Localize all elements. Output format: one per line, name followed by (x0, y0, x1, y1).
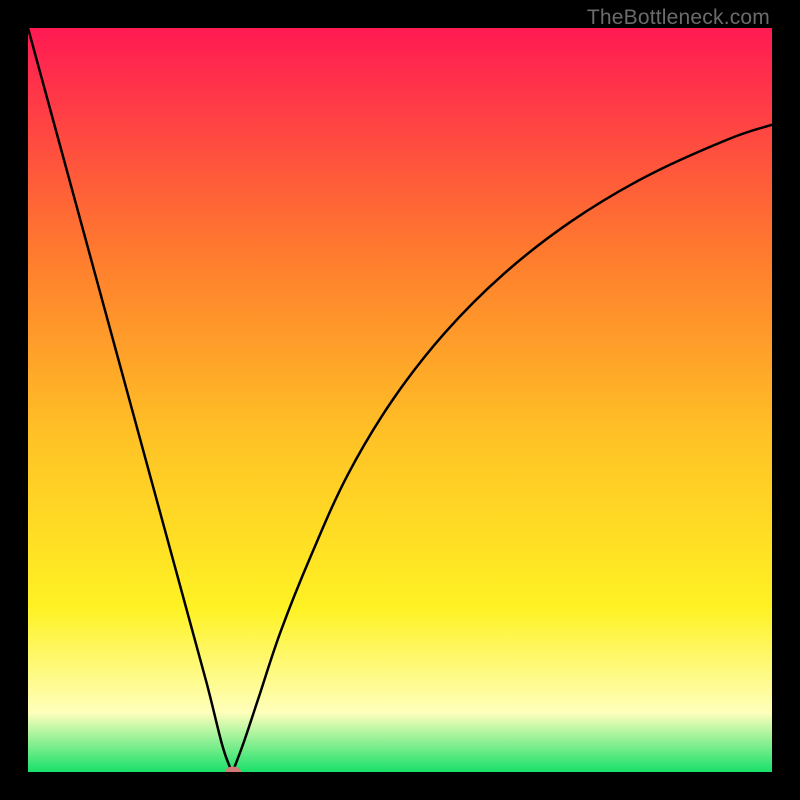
bottleneck-curve-left (28, 28, 233, 772)
optimum-marker (225, 767, 241, 773)
bottleneck-curve-right (233, 125, 772, 772)
curve-layer (28, 28, 772, 772)
plot-area (28, 28, 772, 772)
chart-stage: TheBottleneck.com (0, 0, 800, 800)
watermark-text: TheBottleneck.com (587, 6, 770, 30)
